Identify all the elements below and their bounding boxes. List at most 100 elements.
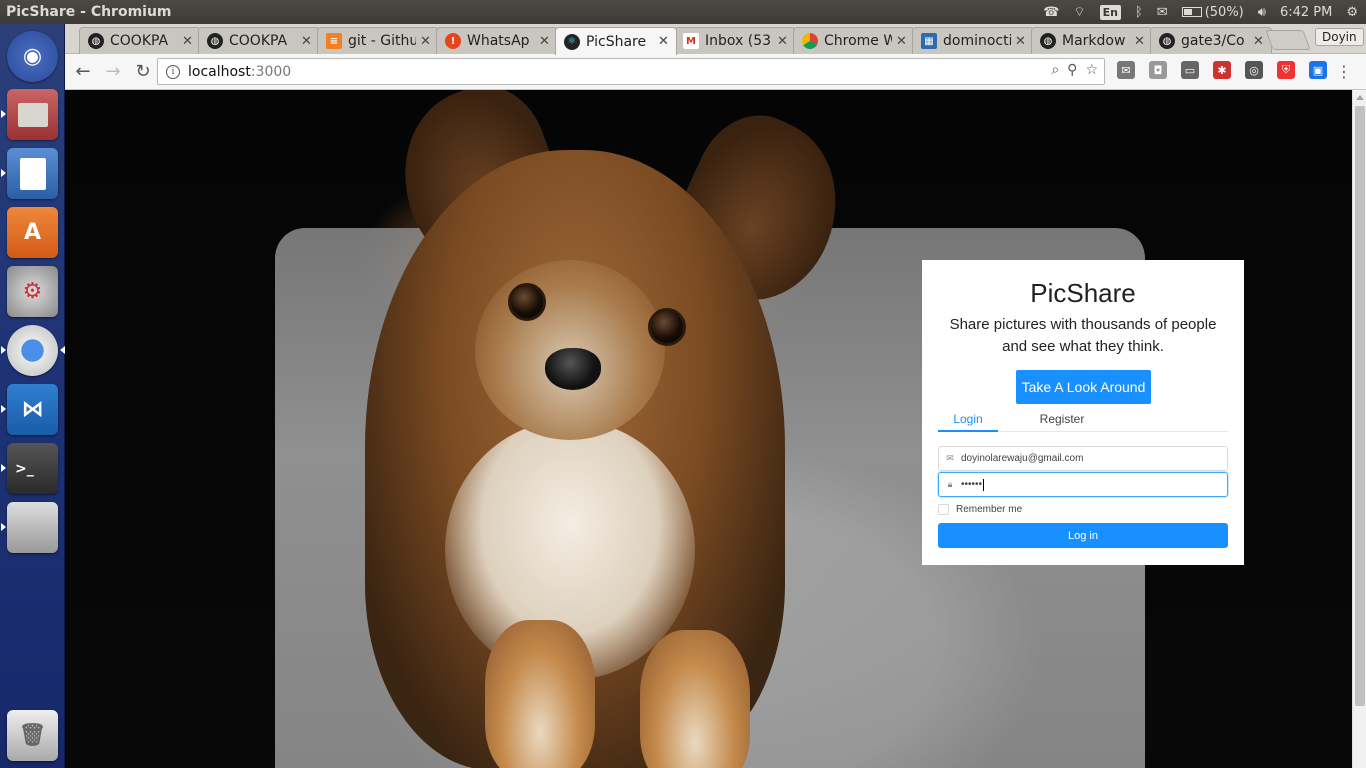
- auth-tabs: Login Register: [938, 406, 1228, 432]
- new-tab-button[interactable]: [1265, 30, 1311, 50]
- keyboard-indicator[interactable]: En: [1099, 4, 1121, 20]
- tab-label: dominocti: [943, 33, 1011, 49]
- tab-label: git - Githu: [348, 33, 416, 49]
- window-resizer-icon[interactable]: ▣: [1309, 61, 1327, 79]
- scroll-up-arrow-icon[interactable]: [1356, 95, 1364, 100]
- remember-checkbox[interactable]: [938, 504, 949, 515]
- extension-icons: ✉ ◘ ▭ ✱ ◎ ⛨ ▣: [1117, 61, 1327, 79]
- close-icon[interactable]: ✕: [777, 34, 789, 49]
- indicator-area: ☎ ⌔ En ᛒ ✉ (50%) 🔊︎ 6:42 PM ⚙: [1043, 0, 1358, 24]
- screenshot-icon[interactable]: ◘: [1149, 61, 1167, 79]
- tab-label: WhatsAp: [467, 33, 530, 49]
- software-center-icon[interactable]: A: [7, 207, 58, 258]
- close-icon[interactable]: ✕: [301, 34, 313, 49]
- tab-label: Chrome W: [824, 33, 892, 49]
- tab-label: PicShare: [586, 33, 647, 50]
- dog-paw-right: [640, 630, 750, 768]
- github-icon: ◍: [207, 33, 223, 49]
- whatsapp-icon: !: [445, 33, 461, 49]
- tab-cookpad-2[interactable]: ◍ COOKPA ✕: [198, 27, 320, 54]
- remember-label: Remember me: [956, 504, 1023, 515]
- back-arrow-icon[interactable]: ←: [71, 60, 95, 84]
- dog-paw-left: [485, 620, 595, 768]
- close-icon[interactable]: ✕: [420, 34, 432, 49]
- take-a-look-button[interactable]: Take A Look Around: [1016, 370, 1151, 404]
- battery-indicator[interactable]: (50%): [1181, 5, 1244, 20]
- extension-red-icon[interactable]: ✱: [1213, 61, 1231, 79]
- address-bar[interactable]: i localhost:3000 ⌕ ⚲ ☆: [157, 58, 1105, 85]
- tab-inbox[interactable]: M Inbox (53 ✕: [674, 27, 796, 54]
- tab-register[interactable]: Register: [1032, 412, 1092, 432]
- trash-icon[interactable]: 🗑︎: [7, 710, 58, 761]
- clock[interactable]: 6:42 PM: [1280, 5, 1332, 20]
- reload-icon[interactable]: ↻: [131, 60, 155, 84]
- running-indicator: [1, 464, 6, 472]
- cast-icon[interactable]: ▭: [1181, 61, 1199, 79]
- tab-whatsapp[interactable]: ! WhatsAp ✕: [436, 27, 558, 54]
- tab-git-github[interactable]: ≡ git - Githu ✕: [317, 27, 439, 54]
- power-gear-icon[interactable]: ⚙: [1346, 5, 1358, 20]
- skype-icon[interactable]: ☎: [1043, 5, 1059, 20]
- close-icon[interactable]: ✕: [1134, 34, 1146, 49]
- tab-markdown[interactable]: ◍ Markdow ✕: [1031, 27, 1153, 54]
- tab-label: Inbox (53: [705, 33, 772, 49]
- info-icon[interactable]: i: [166, 64, 180, 79]
- dog-nose: [545, 348, 601, 390]
- forward-arrow-icon[interactable]: →: [101, 60, 125, 84]
- mail-checker-icon[interactable]: ✉: [1117, 61, 1135, 79]
- terminal-icon[interactable]: >_: [7, 443, 58, 494]
- zoom-icon[interactable]: ⌕: [1051, 62, 1059, 78]
- lightbulb-icon[interactable]: ◎: [1245, 61, 1263, 79]
- tab-gate3[interactable]: ◍ gate3/Co ✕: [1150, 27, 1272, 54]
- url-host: localhost: [188, 63, 251, 80]
- close-icon[interactable]: ✕: [658, 34, 670, 49]
- lock-icon: 🔒︎: [947, 479, 953, 489]
- volume-icon[interactable]: 🔊︎: [1258, 5, 1266, 20]
- bluetooth-icon[interactable]: ᛒ: [1135, 5, 1143, 20]
- login-button[interactable]: Log in: [938, 523, 1228, 548]
- wifi-icon[interactable]: ⌔: [1073, 4, 1085, 20]
- chromium-icon[interactable]: [7, 325, 58, 376]
- tagline: Share pictures with thousands of people …: [949, 316, 1217, 355]
- extension-pin-icon[interactable]: ⚲: [1067, 62, 1077, 78]
- adblock-icon[interactable]: ⛨: [1277, 61, 1295, 79]
- tab-picshare[interactable]: ⚛ PicShare ✕: [555, 27, 677, 55]
- dog-eye-right: [648, 308, 686, 346]
- tab-label: gate3/Co: [1181, 33, 1245, 49]
- react-icon: ⚛: [564, 33, 580, 50]
- menu-icon[interactable]: ⋮: [1336, 62, 1352, 81]
- close-icon[interactable]: ✕: [896, 34, 908, 49]
- close-icon[interactable]: ✕: [182, 34, 194, 49]
- mail-icon[interactable]: ✉: [1157, 5, 1168, 20]
- profile-button[interactable]: Doyin: [1315, 28, 1364, 46]
- close-icon[interactable]: ✕: [1015, 34, 1027, 49]
- tab-cookpad-1[interactable]: ◍ COOKPA ✕: [79, 27, 201, 54]
- files-icon[interactable]: [7, 89, 58, 140]
- password-field[interactable]: 🔒︎ ••••••: [938, 472, 1228, 497]
- ubuntu-dash-icon[interactable]: ◉: [7, 31, 58, 82]
- system-settings-icon[interactable]: ⚙: [7, 266, 58, 317]
- dog-eye-left: [508, 283, 546, 321]
- tab-chrome-web-store[interactable]: Chrome W ✕: [793, 27, 915, 54]
- remember-me[interactable]: Remember me: [938, 504, 1022, 515]
- tab-label: COOKPA: [229, 33, 288, 49]
- running-indicator: [1, 110, 6, 118]
- github-icon: ◍: [1040, 33, 1056, 49]
- tab-login[interactable]: Login: [938, 412, 998, 432]
- vscode-icon[interactable]: ⋈: [7, 384, 58, 435]
- bookmark-star-icon[interactable]: ☆: [1085, 62, 1098, 78]
- running-indicator: [1, 405, 6, 413]
- top-panel: PicShare - Chromium ☎ ⌔ En ᛒ ✉ (50%) 🔊︎ …: [0, 0, 1366, 24]
- brand-title: PicShare: [1030, 278, 1136, 308]
- writer-icon[interactable]: [7, 148, 58, 199]
- page-scrollbar[interactable]: [1352, 90, 1366, 768]
- email-field[interactable]: ✉ doyinolarewaju@gmail.com: [938, 446, 1228, 471]
- drive-icon[interactable]: [7, 502, 58, 553]
- scrollbar-thumb[interactable]: [1355, 106, 1365, 706]
- close-icon[interactable]: ✕: [539, 34, 551, 49]
- close-icon[interactable]: ✕: [1253, 34, 1265, 49]
- email-value: doyinolarewaju@gmail.com: [961, 453, 1084, 464]
- gmail-icon: M: [683, 33, 699, 49]
- tab-dominoc[interactable]: ▦ dominocti ✕: [912, 27, 1034, 54]
- url-port: :3000: [250, 63, 292, 80]
